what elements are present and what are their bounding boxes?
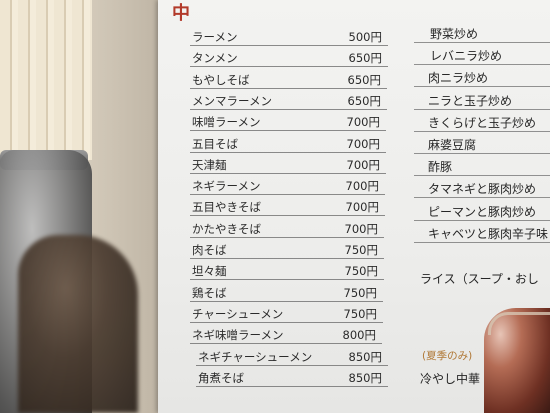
menu-item-left: 五目やきそば 700円 [192, 200, 388, 216]
menu-item-name: ネギチャーシューメン [198, 350, 313, 364]
menu-rule-line [190, 237, 384, 238]
menu-rule-line [196, 365, 388, 366]
menu-item-right: キャベツと豚肉辛子味 [428, 227, 549, 241]
menu-item-price: 750円 [344, 243, 378, 257]
menu-item-price: 700円 [345, 179, 379, 193]
menu-rule-line [414, 175, 550, 176]
menu-item-name: もやしそば [192, 73, 250, 87]
red-mark-corner: 中 [172, 3, 190, 24]
menu-item-name: 五目やきそば [192, 200, 261, 214]
menu-item-left: チャーシューメン 750円 [192, 307, 388, 323]
menu-item-left: 坦々麺 750円 [192, 264, 388, 280]
menu-item-name: 味噌ラーメン [192, 115, 261, 129]
menu-item-left: 天津麺 700円 [192, 158, 388, 174]
menu-item-left: ラーメン 500円 [192, 30, 388, 46]
menu-rule-line [414, 242, 550, 243]
menu-item-right: きくらげと玉子炒め [428, 116, 537, 130]
menu-item-price: 650円 [347, 73, 381, 87]
menu-rule-line [190, 258, 384, 259]
menu-item-left: ネギチャーシューメン 850円 [198, 350, 394, 366]
menu-item-price: 700円 [344, 222, 378, 236]
menu-item-right: タマネギと豚肉炒め [428, 182, 537, 196]
menu-item-name: ネギ味噌ラーメン [192, 328, 284, 342]
menu-rule-line [414, 153, 550, 154]
menu-item-right: 肉ニラ炒め [428, 71, 489, 85]
menu-item-right: ニラと玉子炒め [428, 94, 513, 108]
menu-item-price: 850円 [348, 350, 382, 364]
menu-rule-line [190, 130, 386, 131]
menu-item-price: 750円 [344, 264, 378, 278]
menu-item-left: もやしそば 650円 [192, 73, 388, 89]
menu-rule-line [414, 220, 550, 221]
menu-item-name: タンメン [192, 51, 238, 65]
menu-rule-line [190, 194, 385, 195]
menu-item-name: 坦々麺 [192, 264, 227, 278]
menu-item-price: 650円 [348, 51, 382, 65]
menu-item-left: ネギ味噌ラーメン 800円 [192, 328, 388, 344]
menu-item-name: 天津麺 [192, 158, 227, 172]
menu-rule-line [190, 301, 383, 302]
menu-item-price: 850円 [348, 371, 382, 385]
menu-item-left: ネギラーメン 700円 [192, 179, 388, 195]
menu-item-name: かたやきそば [192, 222, 261, 236]
menu-rule-line [196, 386, 388, 387]
menu-rule-line [190, 215, 385, 216]
menu-rule-line [414, 64, 550, 65]
menu-rule-line [414, 131, 550, 132]
rice-line: ライス（スープ・おし [420, 272, 539, 286]
menu-item-name: メンマラーメン [192, 94, 273, 108]
menu-item-price: 750円 [343, 286, 377, 300]
seasonal-note: (夏季のみ) [422, 350, 473, 362]
menu-item-price: 700円 [346, 115, 380, 129]
menu-rule-line [190, 279, 384, 280]
menu-item-name: 五目そば [192, 137, 238, 151]
menu-item-price: 800円 [342, 328, 376, 342]
menu-item-price: 700円 [346, 137, 380, 151]
menu-rule-line [190, 88, 387, 89]
menu-rule-line [190, 45, 388, 46]
window-blinds [0, 0, 92, 160]
menu-item-left: メンマラーメン 650円 [192, 94, 388, 110]
menu-item-name: チャーシューメン [192, 307, 284, 321]
menu-rule-line [190, 343, 382, 344]
menu-item-name: 肉そば [192, 243, 227, 257]
menu-rule-line [414, 197, 550, 198]
sauce-jar-rim [488, 312, 550, 335]
menu-rule-line [190, 66, 388, 67]
menu-item-right: 野菜炒め [430, 27, 479, 41]
menu-item-right: 麻婆豆腐 [428, 138, 477, 152]
menu-item-left: 鶏そば 750円 [192, 286, 388, 302]
menu-rule-line [190, 152, 386, 153]
menu-item-left: 角煮そば 850円 [198, 371, 394, 387]
menu-rule-line [190, 109, 387, 110]
menu-item-price: 500円 [348, 30, 382, 44]
blurred-shaker [18, 235, 138, 413]
menu-item-left: 味噌ラーメン 700円 [192, 115, 388, 131]
menu-item-right: ピーマンと豚肉炒め [428, 205, 537, 219]
menu-item-left: かたやきそば 700円 [192, 222, 388, 238]
menu-rule-line [190, 322, 383, 323]
menu-rule-line [414, 109, 550, 110]
menu-item-name: 鶏そば [192, 286, 227, 300]
menu-item-right: 酢豚 [428, 160, 453, 174]
menu-rule-line [414, 86, 550, 87]
menu-item-price: 650円 [347, 94, 381, 108]
menu-rule-line [190, 173, 386, 174]
menu-item-left: 肉そば 750円 [192, 243, 388, 259]
menu-item-price: 700円 [345, 200, 379, 214]
menu-item-right: レバニラ炒め [430, 49, 503, 63]
menu-rule-line [414, 42, 550, 43]
menu-item-price: 700円 [346, 158, 380, 172]
bottom-item: 冷やし中華 [420, 372, 481, 386]
menu-item-left: 五目そば 700円 [192, 137, 388, 153]
menu-item-name: ラーメン [192, 30, 238, 44]
menu-item-left: タンメン 650円 [192, 51, 388, 67]
menu-item-name: 角煮そば [198, 371, 244, 385]
menu-item-price: 750円 [343, 307, 377, 321]
menu-item-name: ネギラーメン [192, 179, 261, 193]
